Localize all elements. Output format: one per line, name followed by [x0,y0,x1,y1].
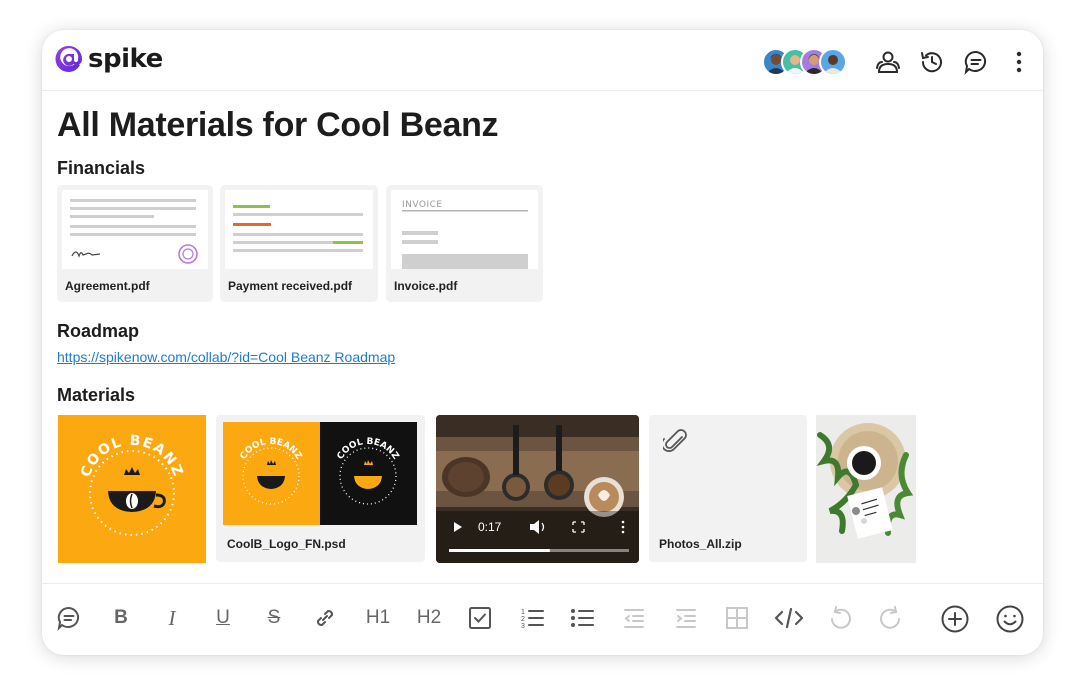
svg-text:2: 2 [521,616,525,623]
table-button[interactable] [723,604,751,632]
link-icon [316,609,334,627]
more-icon[interactable] [1006,49,1032,75]
add-button[interactable] [940,604,970,634]
zip-file-card[interactable]: Photos_All.zip [649,415,807,562]
avatar[interactable] [819,48,847,76]
roadmap-link[interactable]: https://spikenow.com/collab/?id=Cool Bea… [57,349,395,365]
file-card-payment[interactable]: Payment received.pdf [220,185,378,302]
history-icon[interactable] [919,49,945,75]
agreement-thumbnail [62,190,208,269]
spike-logo-text: spike [88,44,163,74]
undo-icon [831,606,851,629]
people-icon[interactable] [875,49,901,75]
video-progress-fill [449,549,550,552]
bold-button[interactable]: B [107,604,135,632]
heading2-label: H2 [416,607,442,628]
redo-button[interactable] [877,604,905,632]
materials-heading: Materials [57,385,136,405]
app-window: spike All Materials for Cool Beanz Finan… [42,30,1043,655]
coffee-photo[interactable] [816,415,916,563]
bullet-list-icon [571,609,594,627]
svg-text:1: 1 [521,609,525,616]
underline-button[interactable]: U [209,604,237,632]
spike-logo[interactable]: spike [54,44,163,74]
numbered-list-icon: 1 2 3 [521,609,544,630]
file-name: CoolB_Logo_FN.psd [227,537,346,551]
paperclip-icon [663,427,689,457]
file-name: Photos_All.zip [659,537,742,551]
logo-image[interactable]: COOL BEANZ [58,415,206,563]
spike-logo-icon [54,44,84,74]
psd-file-card[interactable]: COOL BEANZ COOL BEANZ CoolB_Logo_FN.psd [216,415,425,562]
bold-label: B [114,607,128,628]
file-card-agreement[interactable]: Agreement.pdf [57,185,213,302]
roadmap-heading: Roadmap [57,321,140,341]
outdent-icon [624,609,644,628]
video-player[interactable]: 0:17 [436,415,639,563]
collaborator-avatars[interactable] [762,48,847,76]
psd-thumbnail: COOL BEANZ COOL BEANZ [223,422,417,525]
bullet-list-button[interactable] [568,604,596,632]
code-button[interactable] [773,604,805,632]
table-icon [726,607,748,629]
comment-icon [57,606,80,631]
top-bar: spike [42,30,1043,91]
strikethrough-button[interactable]: S [260,604,288,632]
invoice-heading: INVOICE [402,200,443,210]
checkbox-icon [469,607,491,629]
comment-icon[interactable] [963,49,989,75]
financials-heading: Financials [57,158,146,178]
redo-icon [880,606,900,629]
indent-icon [676,609,696,628]
strikethrough-label: S [267,607,281,628]
outdent-button[interactable] [620,604,648,632]
invoice-thumbnail: INVOICE [391,190,538,269]
checklist-button[interactable] [466,604,494,632]
heading1-label: H1 [365,607,391,628]
undo-button[interactable] [826,604,854,632]
file-name: Agreement.pdf [65,279,150,293]
emoji-icon [996,605,1024,633]
video-time: 0:17 [478,520,502,534]
italic-label: I [168,605,176,630]
numbered-list-button[interactable]: 1 2 3 [518,604,546,632]
page-title: All Materials for Cool Beanz [57,106,499,144]
underline-label: U [216,607,230,628]
file-name: Invoice.pdf [394,279,458,293]
heading2-button[interactable]: H2 [413,604,445,632]
plus-circle-icon [941,605,969,633]
indent-button[interactable] [672,604,700,632]
file-name: Payment received.pdf [228,279,353,293]
italic-button[interactable]: I [158,604,186,632]
comment-button[interactable] [55,604,83,632]
emoji-button[interactable] [995,604,1025,634]
payment-thumbnail [225,190,373,269]
heading1-button[interactable]: H1 [362,604,394,632]
code-icon [774,607,804,629]
file-card-invoice[interactable]: INVOICE Invoice.pdf [386,185,543,302]
svg-text:3: 3 [521,623,525,630]
link-button[interactable] [311,604,339,632]
